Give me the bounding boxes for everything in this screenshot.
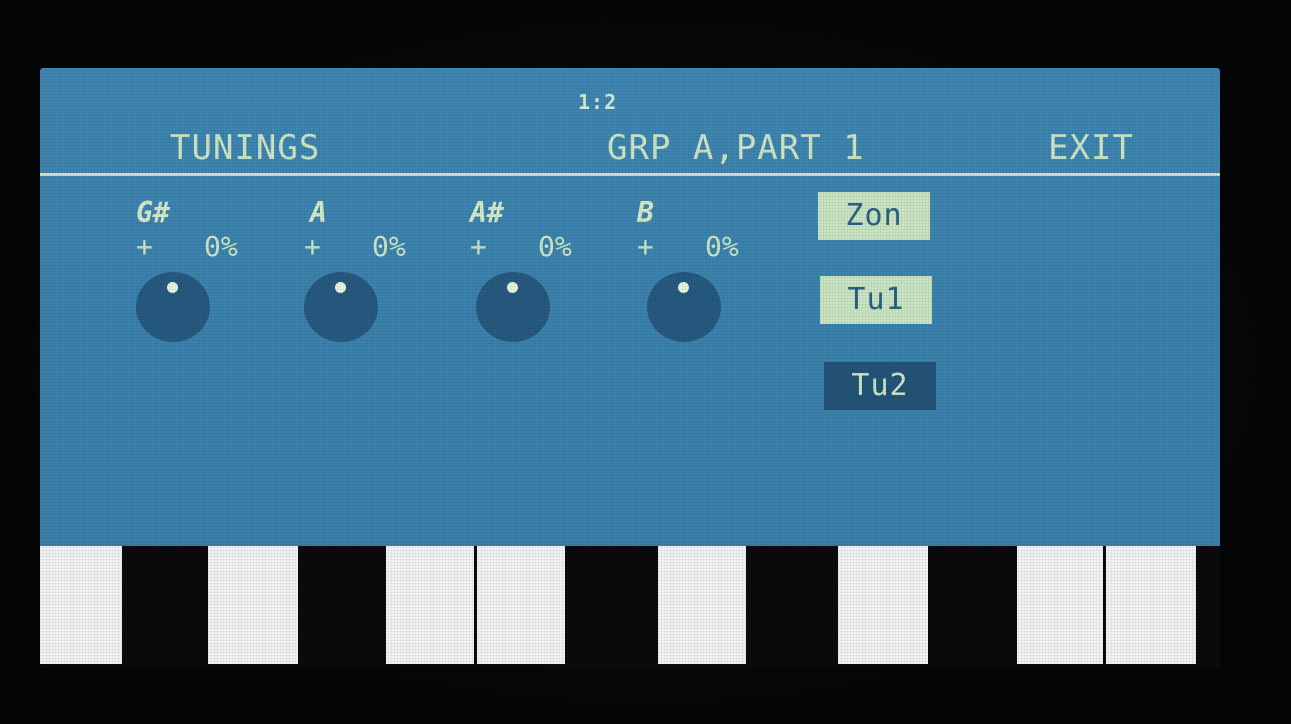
knob-value: 0%: [372, 230, 406, 263]
piano-key-white[interactable]: [40, 546, 122, 664]
knob-note-label: A: [310, 196, 327, 229]
knob-sign: +: [304, 230, 321, 263]
tuning-2-button[interactable]: Tu2: [824, 362, 936, 410]
piano-keyboard: [40, 546, 1220, 668]
piano-key-white[interactable]: [386, 546, 474, 664]
knob-note-label: A#: [470, 196, 504, 229]
knob-g-sharp: G# + 0%: [136, 196, 306, 356]
knob-note-label: B: [637, 196, 654, 229]
page-title: TUNINGS: [170, 128, 321, 168]
knob-indicator-dot: [167, 282, 178, 293]
group-part-label: GRP A,PART 1: [607, 128, 865, 168]
piano-key-white[interactable]: [658, 546, 746, 664]
knob-value: 0%: [204, 230, 238, 263]
knob-indicator-dot: [678, 282, 689, 293]
knob-dial[interactable]: [476, 272, 550, 342]
piano-key-white[interactable]: [208, 546, 298, 664]
exit-button[interactable]: EXIT: [1048, 128, 1134, 168]
knob-a-sharp: A# + 0%: [470, 196, 640, 356]
knob-value: 0%: [538, 230, 572, 263]
knob-sign: +: [136, 230, 153, 263]
knob-dial[interactable]: [304, 272, 378, 342]
knob-sign: +: [470, 230, 487, 263]
knob-b: B + 0%: [637, 196, 807, 356]
piano-key-white[interactable]: [1106, 546, 1196, 664]
knob-sign: +: [637, 230, 654, 263]
piano-key-white[interactable]: [838, 546, 928, 664]
knob-dial[interactable]: [136, 272, 210, 342]
lcd-screen: 1:2 TUNINGS GRP A,PART 1 EXIT G# + 0% A …: [40, 68, 1220, 668]
knob-a: A + 0%: [304, 196, 474, 356]
knob-indicator-dot: [507, 282, 518, 293]
piano-key-white[interactable]: [477, 546, 565, 664]
knob-note-label: G#: [136, 196, 170, 229]
knob-indicator-dot: [335, 282, 346, 293]
knob-dial[interactable]: [647, 272, 721, 342]
piano-key-white[interactable]: [1017, 546, 1103, 664]
screen-id: 1:2: [578, 90, 618, 114]
tuning-1-button[interactable]: Tu1: [820, 276, 932, 324]
knob-value: 0%: [705, 230, 739, 263]
zone-button[interactable]: Zon: [818, 192, 930, 240]
header-divider: [40, 173, 1220, 176]
